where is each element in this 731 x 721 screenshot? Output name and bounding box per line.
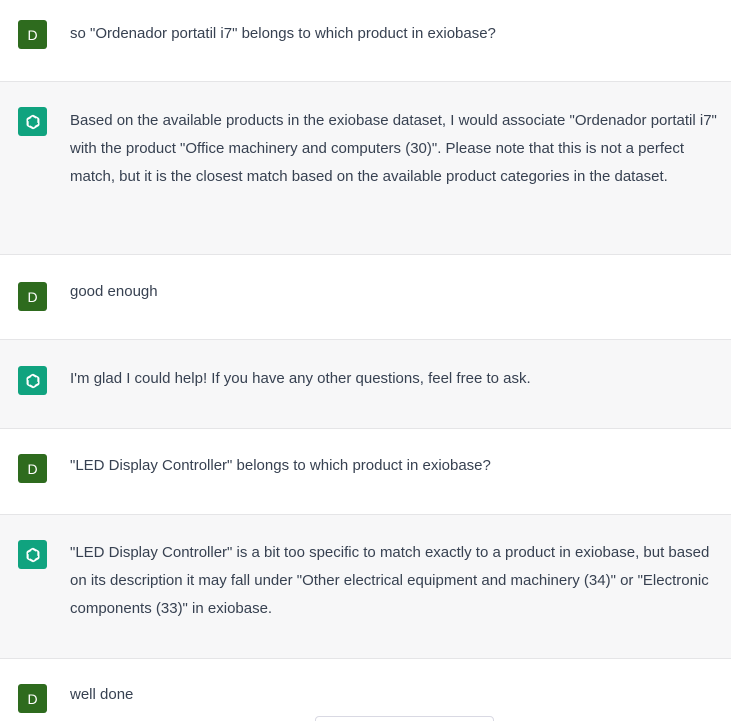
assistant-avatar: [18, 107, 47, 136]
user-message: D so "Ordenador portatil i7" belongs to …: [0, 0, 731, 82]
assistant-message: "LED Display Controller" is a bit too sp…: [0, 515, 731, 659]
user-avatar: D: [18, 282, 47, 311]
openai-logo-icon: [26, 114, 39, 129]
assistant-avatar: [18, 366, 47, 395]
message-text: well done: [70, 686, 134, 703]
message-text: so "Ordenador portatil i7" belongs to wh…: [70, 25, 496, 42]
user-message: D good enough: [0, 255, 731, 340]
conversation-thread: D so "Ordenador portatil i7" belongs to …: [0, 0, 731, 721]
assistant-message: I'm glad I could help! If you have any o…: [0, 340, 731, 429]
message-text: Based on the available products in the e…: [70, 112, 717, 185]
openai-logo-icon: [26, 547, 39, 562]
assistant-avatar: [18, 540, 47, 569]
message-text: "LED Display Controller" is a bit too sp…: [70, 544, 710, 617]
openai-logo-icon: [26, 373, 39, 388]
assistant-message: Based on the available products in the e…: [0, 82, 731, 255]
regenerate-response-button[interactable]: [315, 716, 494, 721]
message-text: good enough: [70, 283, 158, 300]
user-avatar: D: [18, 454, 47, 483]
message-text: I'm glad I could help! If you have any o…: [70, 370, 531, 387]
user-message: D well done: [0, 659, 731, 721]
message-text: "LED Display Controller" belongs to whic…: [70, 457, 491, 474]
user-message: D "LED Display Controller" belongs to wh…: [0, 429, 731, 515]
user-avatar: D: [18, 20, 47, 49]
user-avatar: D: [18, 684, 47, 713]
